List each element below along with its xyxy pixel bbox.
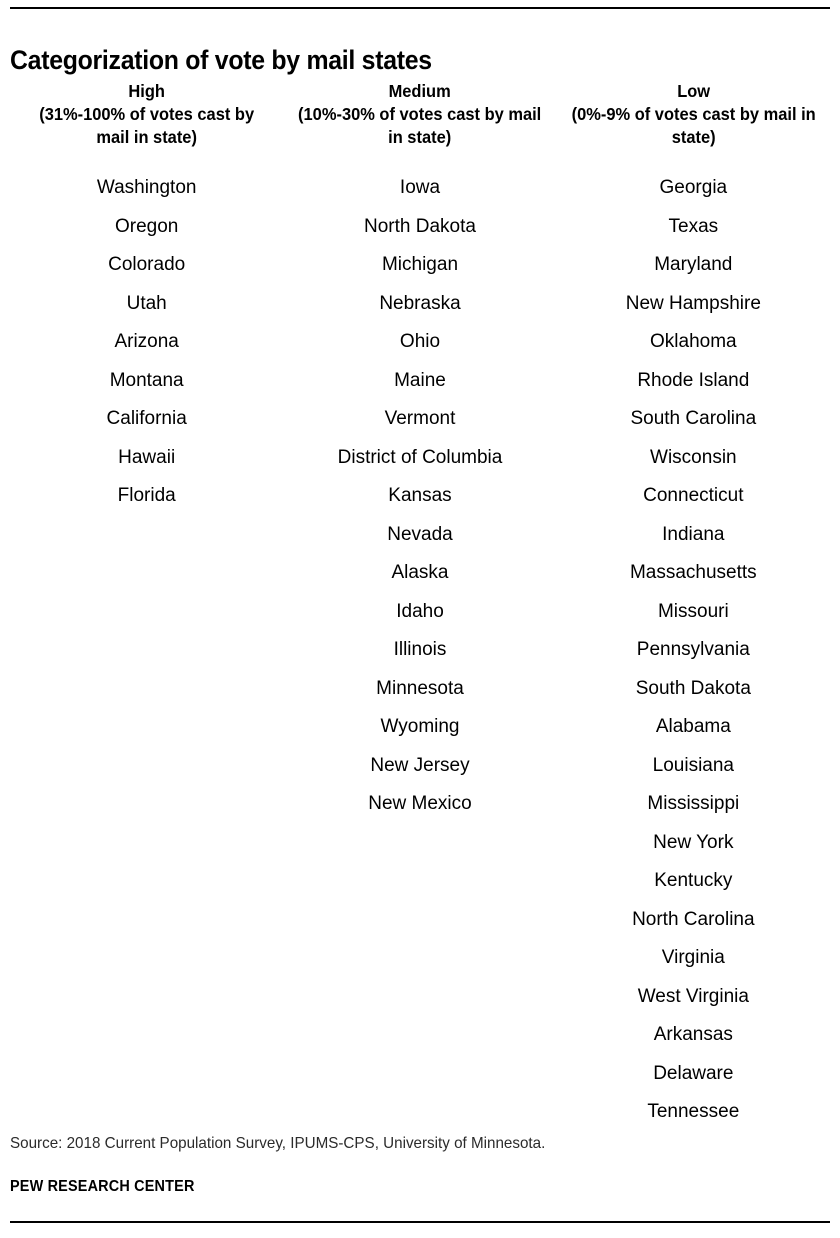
list-item: Wyoming (380, 716, 460, 737)
list-item: New Jersey (370, 754, 470, 776)
chart-card: Categorization of vote by mail states Hi… (0, 0, 840, 1238)
list-item: North Carolina (632, 908, 755, 930)
list-item: New York (653, 831, 734, 853)
list-item: Texas (668, 215, 719, 237)
list-item: Utah (126, 292, 167, 314)
list-item: New Mexico (368, 793, 472, 814)
list-item: Minnesota (376, 677, 464, 699)
list-item: New Hampshire (625, 292, 761, 314)
list-item: South Dakota (635, 677, 751, 699)
list-item: West Virginia (637, 985, 749, 1007)
list-item: Idaho (396, 600, 444, 622)
list-item: Washington (96, 177, 197, 198)
list-item: Montana (109, 369, 184, 391)
list-item: Florida (117, 485, 176, 506)
column-header-label-medium: Medium (388, 81, 452, 101)
list-item: Arizona (114, 331, 179, 352)
column-header-label-high: High (128, 81, 165, 101)
list-item: Oregon (114, 215, 179, 237)
list-item: Colorado (108, 254, 186, 275)
list-item: South Carolina (630, 408, 757, 429)
list-item: Maine (394, 369, 446, 391)
source-note: Source: 2018 Current Population Survey, … (10, 1135, 546, 1152)
column-header-range-low: (0%-9% of votes cast by mail in state) (571, 104, 816, 147)
column-header-range-high: (31%-100% of votes cast by mail in state… (39, 104, 255, 147)
list-item: Nevada (387, 523, 453, 545)
page-title: Categorization of vote by mail states (10, 45, 432, 76)
list-item: Maryland (654, 254, 733, 275)
list-item: Hawaii (118, 446, 176, 468)
list-item: Virginia (661, 947, 725, 968)
column-header-low: Low (0%-9% of votes cast by mail in stat… (565, 80, 822, 149)
list-item: Vermont (384, 408, 456, 429)
list-item: Louisiana (652, 754, 734, 776)
list-item: Alabama (655, 716, 731, 737)
list-item: Pennsylvania (636, 639, 750, 660)
list-item: North Dakota (364, 215, 476, 237)
column-header-range-medium: (10%-30% of votes cast by mail in state) (298, 104, 542, 147)
list-item: Kansas (388, 485, 452, 506)
list-item: Iowa (399, 177, 441, 198)
list-item: California (106, 408, 187, 429)
state-list-low: Georgia Texas Maryland New Hampshire Okl… (557, 169, 830, 1132)
column-header-label-low: Low (676, 81, 710, 101)
list-item: Alaska (391, 562, 449, 583)
list-item: Georgia (659, 177, 728, 198)
list-item: Oklahoma (650, 331, 737, 352)
column-medium: Medium (10%-30% of votes cast by mail in… (283, 80, 556, 824)
list-item: Illinois (393, 639, 447, 660)
top-divider (10, 7, 830, 9)
list-item: District of Columbia (337, 446, 503, 468)
column-header-medium: Medium (10%-30% of votes cast by mail in… (292, 80, 549, 149)
list-item: Michigan (381, 254, 459, 275)
list-item: Missouri (657, 600, 729, 622)
list-item: Connecticut (643, 485, 744, 506)
categorization-table: High (31%-100% of votes cast by mail in … (10, 80, 830, 1132)
list-item: Wisconsin (650, 446, 737, 468)
publisher-brand: PEW RESEARCH CENTER (10, 1178, 195, 1195)
column-high: High (31%-100% of votes cast by mail in … (10, 80, 283, 516)
list-item: Arkansas (653, 1024, 733, 1045)
list-item: Mississippi (647, 793, 740, 814)
list-item: Massachusetts (629, 562, 757, 583)
list-item: Indiana (662, 523, 725, 545)
list-item: Nebraska (379, 292, 461, 314)
column-header-high: High (31%-100% of votes cast by mail in … (18, 80, 275, 149)
bottom-divider (10, 1221, 830, 1223)
column-low: Low (0%-9% of votes cast by mail in stat… (557, 80, 830, 1132)
list-item: Delaware (653, 1062, 734, 1084)
list-item: Kentucky (654, 870, 733, 891)
list-item: Tennessee (647, 1101, 740, 1122)
list-item: Rhode Island (637, 369, 750, 391)
state-list-medium: Iowa North Dakota Michigan Nebraska Ohio… (283, 169, 556, 824)
state-list-high: Washington Oregon Colorado Utah Arizona … (10, 169, 283, 516)
list-item: Ohio (399, 331, 441, 352)
